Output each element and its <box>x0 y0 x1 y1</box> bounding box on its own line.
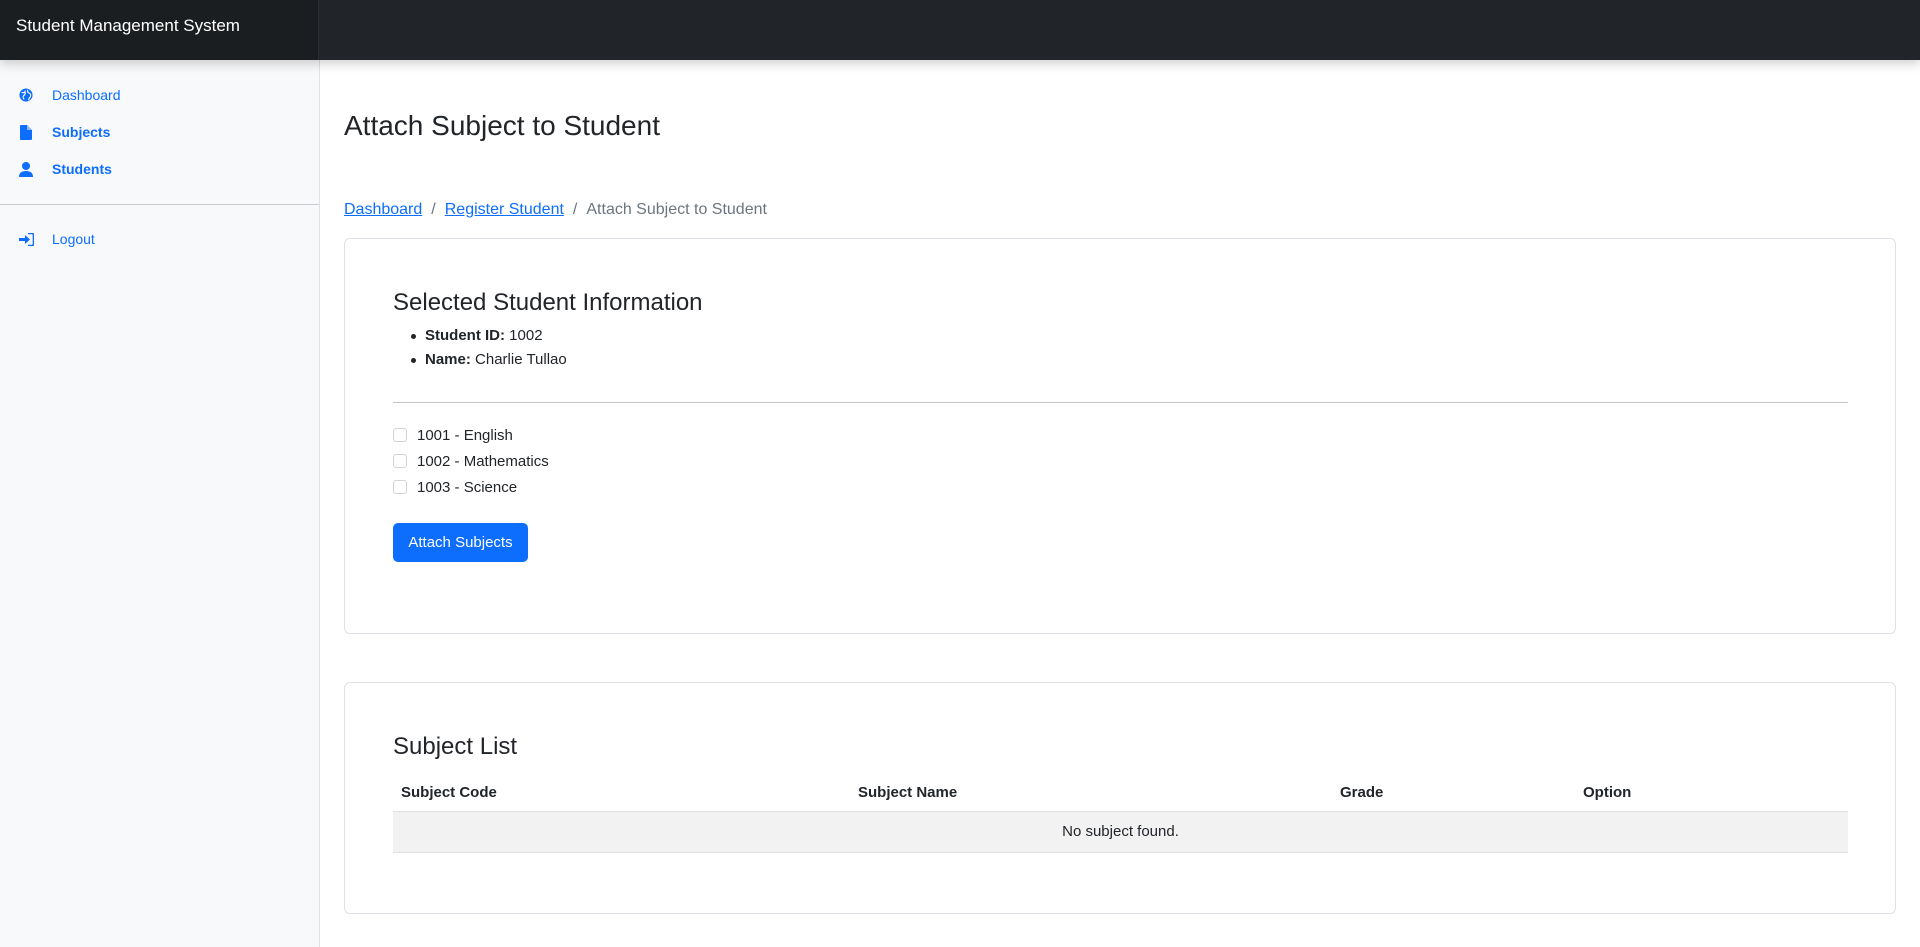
column-header-subject-name: Subject Name <box>850 775 1332 812</box>
breadcrumb-link-dashboard[interactable]: Dashboard <box>344 201 422 219</box>
sidebar-item-subjects[interactable]: Subjects <box>0 117 319 147</box>
sidebar-divider <box>0 204 319 205</box>
divider <box>393 402 1848 403</box>
student-name-item: Name: Charlie Tullao <box>393 348 567 372</box>
subject-option-label: 1002 - Mathematics <box>417 452 549 470</box>
globe-icon <box>18 87 34 103</box>
student-info-card: Selected Student Information Student ID:… <box>344 238 1896 634</box>
sidebar-item-logout[interactable]: Logout <box>0 224 319 254</box>
breadcrumb-separator: / <box>572 201 578 218</box>
student-info-list: Student ID: 1002 Name: Charlie Tullao <box>393 324 567 372</box>
page-title: Attach Subject to Student <box>344 110 660 141</box>
subject-option-english[interactable]: 1001 - English <box>393 425 513 445</box>
column-header-subject-code: Subject Code <box>393 775 850 812</box>
table-row: No subject found. <box>393 811 1848 853</box>
subject-checkbox[interactable] <box>393 428 407 442</box>
breadcrumb: Dashboard / Register Student / Attach Su… <box>344 201 767 219</box>
subject-option-mathematics[interactable]: 1002 - Mathematics <box>393 451 549 471</box>
subject-list-card: Subject List Subject Code Subject Name G… <box>344 682 1896 914</box>
student-id-item: Student ID: 1002 <box>393 324 567 348</box>
sidebar-item-label: Dashboard <box>52 87 121 103</box>
sidebar-item-label: Logout <box>52 231 95 247</box>
attach-subjects-button[interactable]: Attach Subjects <box>393 523 528 562</box>
column-header-grade: Grade <box>1332 775 1575 812</box>
sidebar-item-label: Subjects <box>52 124 111 140</box>
user-icon <box>18 161 34 177</box>
main-content: Attach Subject to Student Dashboard / Re… <box>320 60 1920 947</box>
subject-option-label: 1003 - Science <box>417 478 518 496</box>
file-icon <box>18 124 34 140</box>
subject-table: Subject Code Subject Name Grade Option N… <box>393 775 1848 853</box>
top-navbar: Student Management System <box>0 0 1920 60</box>
sidebar-item-students[interactable]: Students <box>0 154 319 184</box>
breadcrumb-separator: / <box>431 201 436 218</box>
student-id-label: Student ID: <box>425 327 505 344</box>
sign-in-icon <box>18 231 34 247</box>
column-header-option: Option <box>1575 775 1848 812</box>
sidebar: Dashboard Subjects Students Logout <box>0 60 320 947</box>
student-info-title: Selected Student Information <box>393 289 703 316</box>
app-brand[interactable]: Student Management System <box>0 0 319 60</box>
breadcrumb-current: Attach Subject to Student <box>586 201 767 218</box>
subject-checkbox[interactable] <box>393 480 407 494</box>
subject-list-title: Subject List <box>393 733 518 760</box>
subject-option-label: 1001 - English <box>417 426 513 444</box>
sidebar-item-label: Students <box>52 161 112 177</box>
student-name-value: Charlie Tullao <box>475 351 567 368</box>
sidebar-item-dashboard[interactable]: Dashboard <box>0 80 319 110</box>
student-id-value: 1002 <box>509 327 543 344</box>
subject-option-science[interactable]: 1003 - Science <box>393 477 517 497</box>
student-name-label: Name: <box>425 351 471 368</box>
breadcrumb-link-register-student[interactable]: Register Student <box>445 201 564 219</box>
table-header-row: Subject Code Subject Name Grade Option <box>393 775 1848 812</box>
subject-checkbox[interactable] <box>393 454 407 468</box>
empty-table-message: No subject found. <box>393 811 1848 853</box>
